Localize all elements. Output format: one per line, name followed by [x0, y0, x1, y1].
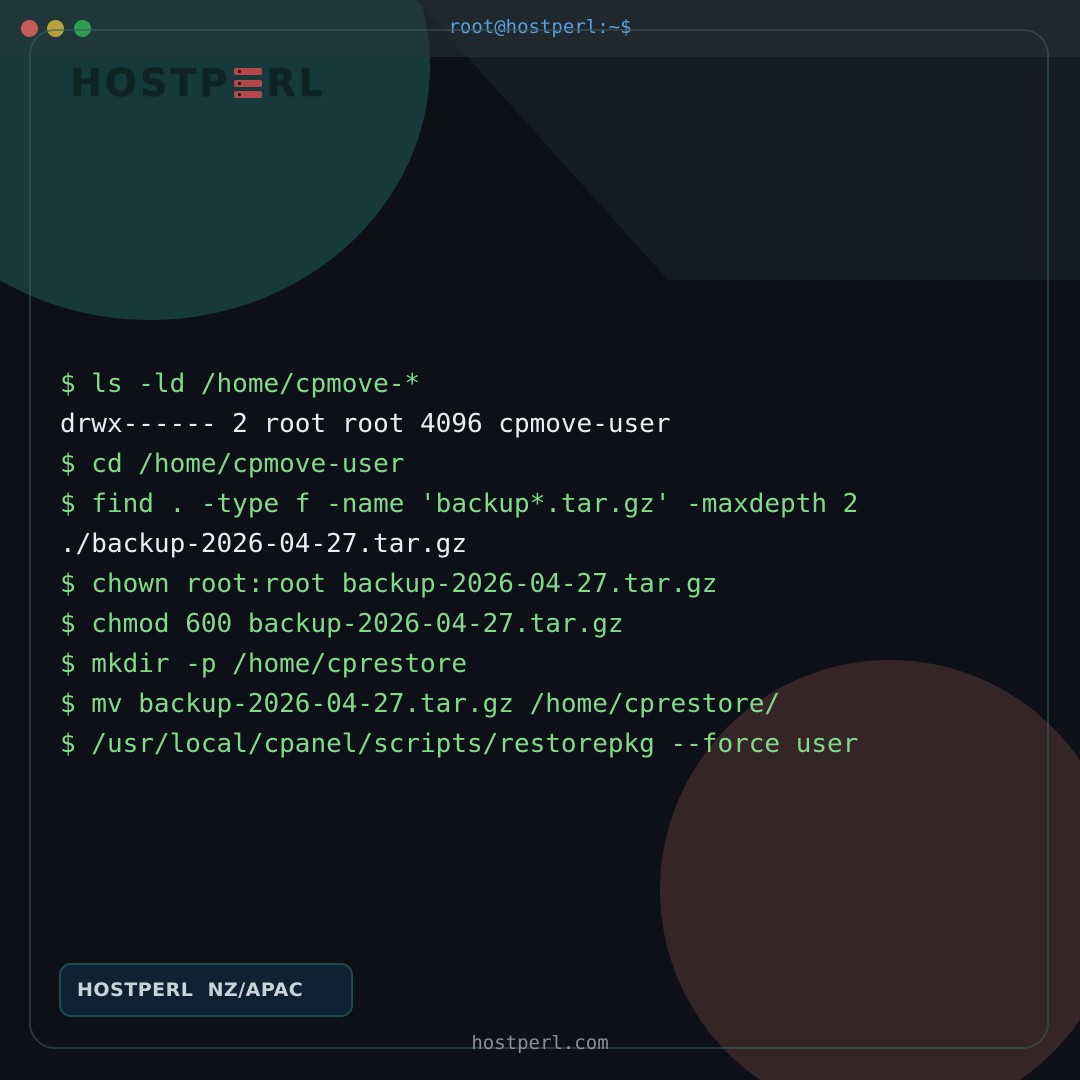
- terminal-command-line: $ cd /home/cpmove-user: [60, 449, 405, 479]
- terminal-output-line: ./backup-2026-04-27.tar.gz: [60, 529, 467, 559]
- server-stack-icon: [234, 68, 263, 98]
- terminal-command-line: $ chown root:root backup-2026-04-27.tar.…: [60, 569, 718, 599]
- terminal-command-line: $ chmod 600 backup-2026-04-27.tar.gz: [60, 609, 624, 639]
- footer-url[interactable]: hostperl.com: [0, 1032, 1080, 1054]
- logo-text-left: HOSTP: [70, 61, 231, 105]
- brand-logo: HOSTP RL: [70, 60, 326, 106]
- terminal-command-line: $ mkdir -p /home/cprestore: [60, 649, 467, 679]
- terminal-command-line: $ /usr/local/cpanel/scripts/restorepkg -…: [60, 729, 859, 759]
- logo-text-right: RL: [266, 61, 326, 105]
- terminal-command-line: $ mv backup-2026-04-27.tar.gz /home/cpre…: [60, 689, 781, 719]
- terminal-graphic: root@hostperl:~$ HOSTP RL $ ls -ld /home…: [0, 0, 1080, 1080]
- terminal-output-line: drwx------ 2 root root 4096 cpmove-user: [60, 409, 671, 439]
- terminal-command-line: $ ls -ld /home/cpmove-*: [60, 369, 421, 399]
- region-badge: HOSTPERL NZ/APAC: [59, 963, 353, 1017]
- terminal-command-line: $ find . -type f -name 'backup*.tar.gz' …: [60, 489, 859, 519]
- terminal-output: $ ls -ld /home/cpmove-* drwx------ 2 root…: [60, 364, 858, 764]
